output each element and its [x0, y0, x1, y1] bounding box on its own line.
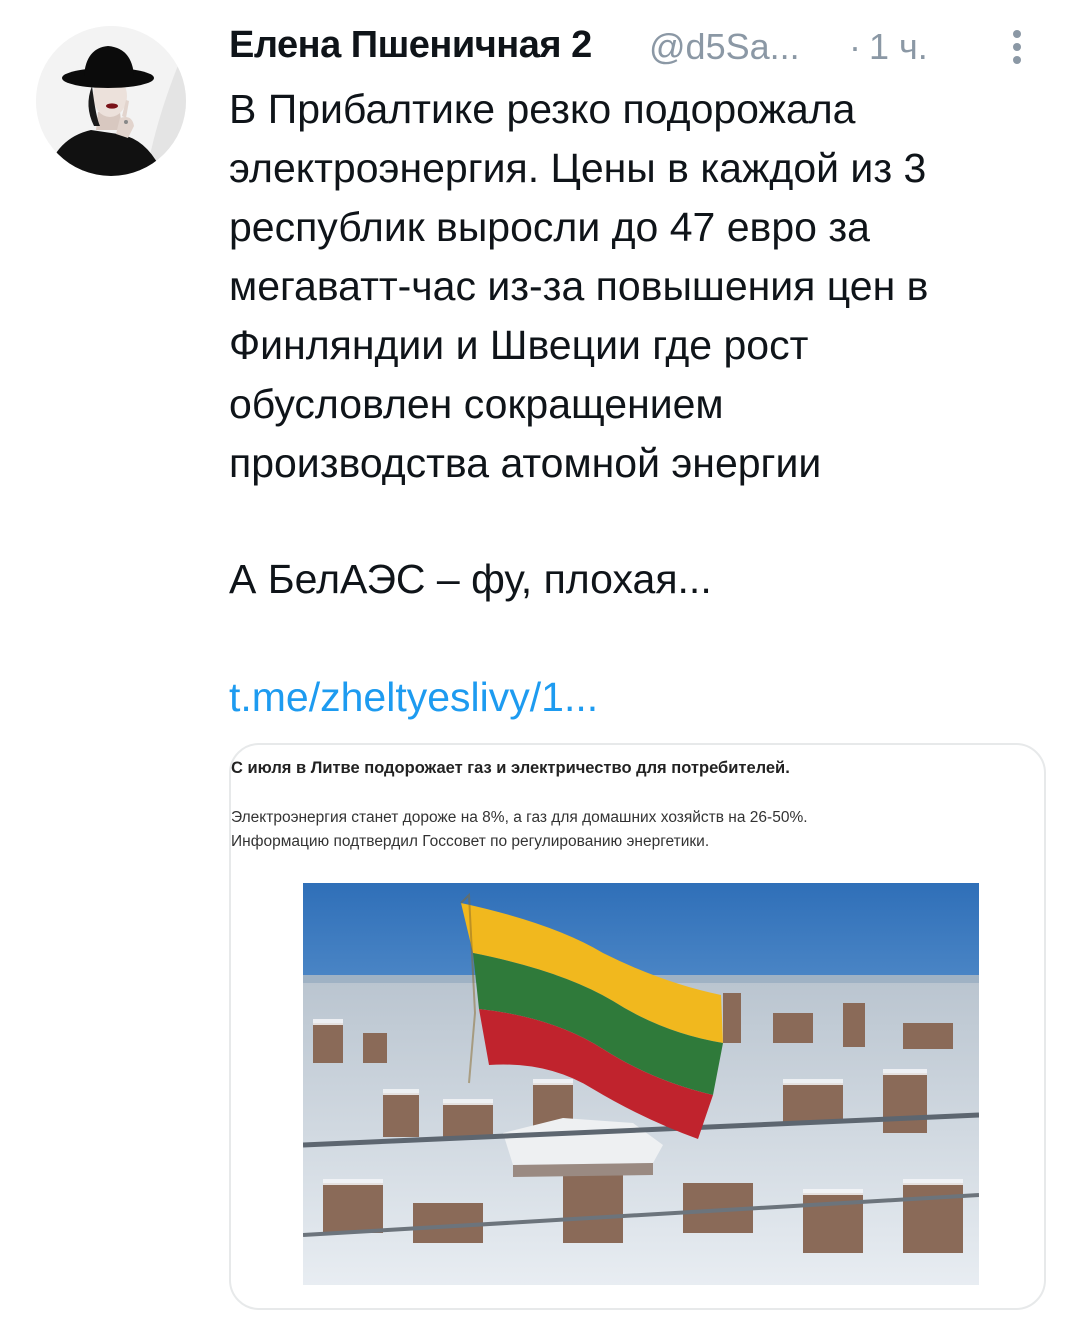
- card-headline: С июля в Литве подорожает газ и электрич…: [231, 759, 790, 777]
- tweet[interactable]: Елена Пшеничная 2 @d5Sa... · 1 ч. В Приб…: [0, 0, 1080, 1331]
- tweet-text-line: республик выросли до 47 евро за: [229, 204, 870, 250]
- separator-dot: ·: [849, 26, 861, 67]
- media-card[interactable]: С июля в Литве подорожает газ и электрич…: [229, 743, 1046, 1310]
- tweet-text-line: Финляндии и Швеции где рост: [229, 322, 809, 368]
- card-lead-line: Информацию подтвердил Госсовет по регули…: [231, 833, 710, 850]
- tweet-text: В Прибалтике резко подорожала электроэне…: [229, 80, 1049, 493]
- lithuanian-flag-over-city-image: [303, 883, 979, 1285]
- card-lead-line: Электроэнергия станет дороже на 8%, а га…: [231, 809, 808, 826]
- avatar-woman-black-hat-icon: [36, 26, 186, 176]
- tweet-text-line: производства атомной энергии: [229, 440, 822, 486]
- tweet-text-line: В Прибалтике резко подорожала: [229, 86, 856, 132]
- tweet-link[interactable]: t.me/zheltyeslivy/1...: [229, 668, 598, 727]
- card-lead: Электроэнергия станет дороже на 8%, а га…: [231, 806, 1044, 854]
- tweet-text-line: электроэнергия. Цены в каждой из 3: [229, 145, 927, 191]
- tweet-time[interactable]: 1 ч.: [869, 26, 928, 68]
- avatar[interactable]: [36, 26, 186, 176]
- tweet-text-line: обусловлен сокращением: [229, 381, 724, 427]
- more-vertical-icon[interactable]: [1007, 30, 1027, 70]
- author-handle[interactable]: @d5Sa...: [649, 26, 800, 68]
- tweet-second-paragraph: А БелАЭС – фу, плохая...: [229, 556, 712, 602]
- author-name[interactable]: Елена Пшеничная 2: [229, 24, 592, 67]
- card-photo[interactable]: [303, 883, 979, 1285]
- tweet-text-line: мегаватт-час из-за повышения цен в: [229, 263, 929, 309]
- tweet-header: Елена Пшеничная 2 @d5Sa... · 1 ч.: [229, 24, 1049, 72]
